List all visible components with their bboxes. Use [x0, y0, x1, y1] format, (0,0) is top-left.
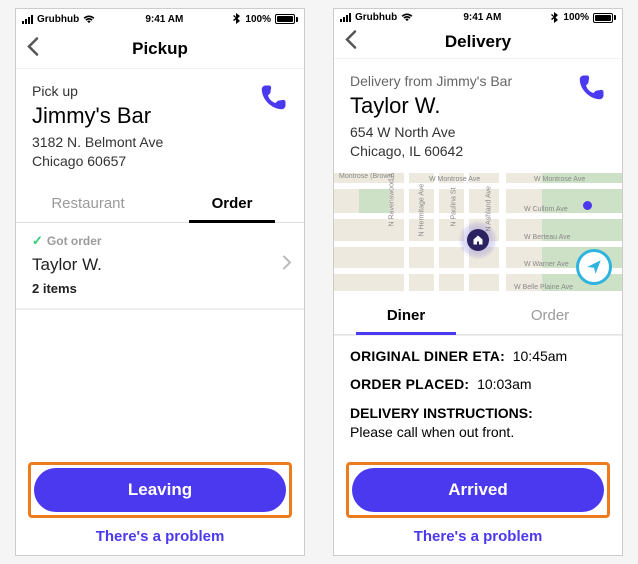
item-count: 2 items	[32, 281, 288, 296]
map-label: N Hermitage Ave	[419, 183, 426, 236]
nav-bar: Delivery	[334, 26, 622, 59]
recenter-button[interactable]	[576, 249, 612, 285]
tab-order[interactable]: Order	[478, 295, 622, 334]
order-row[interactable]: ✓ Got order Taylor W. 2 items	[16, 223, 304, 309]
map-label: W Montrose Ave	[534, 176, 585, 183]
problem-link[interactable]: There's a problem	[346, 524, 610, 545]
delivery-screen: Grubhub 9:41 AM 100% Delivery Delivery f…	[333, 8, 623, 556]
signal-icon	[340, 13, 351, 22]
call-button[interactable]	[576, 73, 606, 161]
clock-label: 9:41 AM	[145, 14, 183, 25]
address-line1: 654 W North Ave	[350, 123, 512, 142]
wifi-icon	[83, 15, 95, 24]
instr-label: DELIVERY INSTRUCTIONS:	[350, 405, 533, 421]
got-order-status: ✓ Got order	[32, 233, 288, 249]
battery-pct: 100%	[563, 12, 589, 23]
leaving-button[interactable]: Leaving	[34, 468, 286, 512]
map-label: Montrose (Brown)	[339, 173, 395, 180]
nav-title: Delivery	[445, 32, 511, 52]
delivery-hero: Delivery from Jimmy's Bar Taylor W. 654 …	[334, 59, 622, 173]
delivery-details: ORIGINAL DINER ETA: 10:45am ORDER PLACED…	[334, 335, 622, 454]
hero-label: Pick up	[32, 83, 163, 99]
pickup-screen: Grubhub 9:41 AM 100% Pickup Pick up Jimm…	[15, 8, 305, 556]
map-label: N Ravenswood Ave	[389, 173, 396, 227]
carrier-label: Grubhub	[355, 12, 397, 23]
bluetooth-icon	[551, 12, 559, 24]
customer-name: Taylor W.	[32, 255, 288, 275]
phone-icon	[258, 83, 288, 113]
back-button[interactable]	[26, 36, 40, 61]
nav-bar: Pickup	[16, 29, 304, 69]
tabs: Restaurant Order	[16, 183, 304, 223]
cta-highlight: Leaving	[28, 462, 292, 518]
nav-title: Pickup	[132, 39, 188, 59]
pickup-hero: Pick up Jimmy's Bar 3182 N. Belmont Ave …	[16, 69, 304, 183]
check-icon: ✓	[32, 233, 43, 249]
status-bar: Grubhub 9:41 AM 100%	[334, 9, 622, 26]
battery-icon	[275, 14, 298, 24]
map[interactable]: Montrose (Brown) W Montrose Ave W Montro…	[334, 173, 622, 296]
map-label: W Berteau Ave	[524, 234, 571, 241]
map-label: W Warner Ave	[524, 261, 569, 268]
footer: Leaving There's a problem	[16, 454, 304, 555]
map-park	[359, 188, 389, 213]
wifi-icon	[401, 13, 413, 22]
problem-link[interactable]: There's a problem	[28, 524, 292, 545]
carrier-label: Grubhub	[37, 14, 79, 25]
map-location-dot	[583, 201, 592, 210]
tab-restaurant[interactable]: Restaurant	[16, 183, 160, 222]
tabs: Diner Order	[334, 295, 622, 335]
battery-icon	[593, 13, 616, 23]
destination-pin	[458, 220, 498, 260]
bluetooth-icon	[233, 13, 241, 25]
diner-name: Taylor W.	[350, 93, 512, 119]
navigate-icon	[585, 258, 603, 276]
phone-icon	[576, 73, 606, 103]
cta-highlight: Arrived	[346, 462, 610, 518]
home-icon	[472, 234, 484, 246]
placed-value: 10:03am	[477, 376, 531, 392]
eta-value: 10:45am	[513, 348, 567, 364]
map-label: W Montrose Ave	[429, 176, 480, 183]
address-line2: Chicago 60657	[32, 152, 163, 171]
map-label: N Paulina St	[451, 187, 458, 226]
address-line1: 3182 N. Belmont Ave	[32, 133, 163, 152]
clock-label: 9:41 AM	[463, 12, 501, 23]
eta-label: ORIGINAL DINER ETA:	[350, 348, 505, 364]
chevron-right-icon	[282, 255, 292, 276]
map-label: W Cullom Ave	[524, 206, 568, 213]
cta-label: Arrived	[448, 480, 508, 500]
signal-icon	[22, 15, 33, 24]
cta-label: Leaving	[128, 480, 192, 500]
instr-text: Please call when out front.	[350, 424, 514, 440]
address-line2: Chicago, IL 60642	[350, 142, 512, 161]
call-button[interactable]	[258, 83, 288, 171]
map-label: W Belle Plaine Ave	[514, 284, 573, 291]
empty-area	[16, 309, 304, 454]
restaurant-name: Jimmy's Bar	[32, 103, 163, 129]
got-order-label: Got order	[47, 234, 102, 248]
back-button[interactable]	[344, 29, 358, 54]
status-bar: Grubhub 9:41 AM 100%	[16, 9, 304, 29]
tab-diner[interactable]: Diner	[334, 295, 478, 334]
battery-pct: 100%	[245, 14, 271, 25]
tab-order[interactable]: Order	[160, 183, 304, 222]
hero-label: Delivery from Jimmy's Bar	[350, 73, 512, 89]
footer: Arrived There's a problem	[334, 454, 622, 555]
arrived-button[interactable]: Arrived	[352, 468, 604, 512]
placed-label: ORDER PLACED:	[350, 376, 469, 392]
